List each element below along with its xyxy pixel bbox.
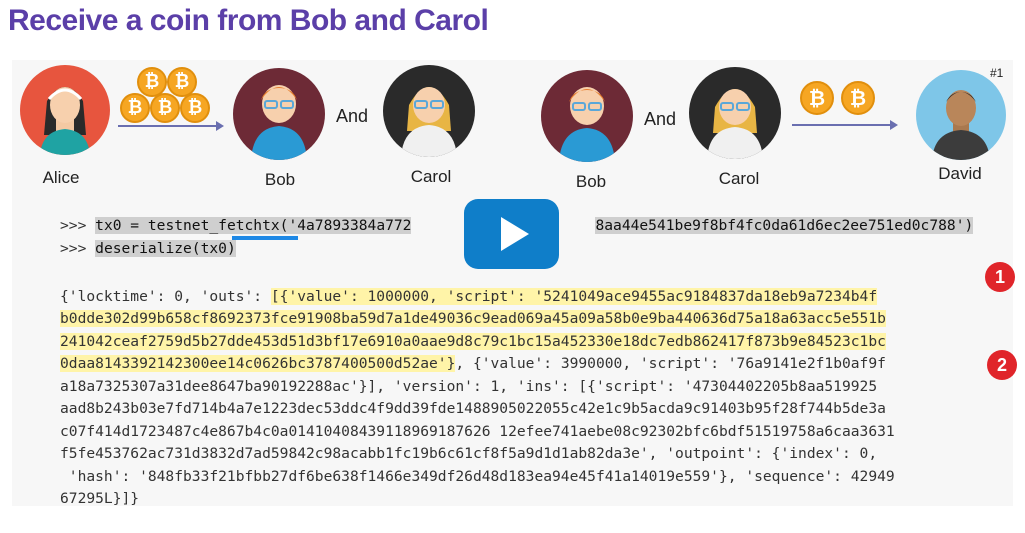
console-command-tail: 8aa44e541be9f8bf4fc0da61d6ec2ee751ed0c78… [595, 217, 974, 234]
tag-label: #1 [990, 66, 1004, 80]
output-line: f5fe453762ac731d3832d7ad59842c98acabb1fc… [60, 445, 878, 462]
avatar-alice [20, 65, 110, 155]
output-line: 241042ceaf2759d5b27dde453d51d3bf17e6910a… [60, 332, 886, 350]
output-line: 67295L}]} [60, 490, 140, 507]
marker-badge-1: 1 [985, 262, 1015, 292]
avatar-carol [383, 65, 475, 157]
console-output: {'locktime': 0, 'outs': [{'value': 10000… [60, 263, 895, 533]
name-carol-2: Carol [718, 169, 760, 188]
output-line: a18a7325307a31dee8647ba90192288ac'}], 'v… [60, 377, 878, 395]
console-prompt: >>> [60, 240, 87, 257]
output-line: 0daa8143392142300ee14c0626bc3787400500d5… [60, 355, 886, 372]
avatar-bob-2 [541, 70, 633, 162]
name-bob-2: Bob [575, 172, 607, 191]
name-alice: Alice [42, 168, 80, 187]
coin-icon: ₿ [120, 93, 150, 123]
output-line: c07f414d1723487c4e867b4c0a01410408439118… [60, 422, 895, 440]
output-line: {'locktime': 0, 'outs': [{'value': 10000… [60, 287, 878, 305]
slide-title: Receive a coin from Bob and Carol [8, 4, 489, 37]
output-line: aad8b243b03e7fd714b4a7e1223dec53ddc4f9dd… [60, 400, 886, 417]
console-command: deserialize(tx0) [95, 240, 236, 257]
name-david: David [938, 164, 982, 183]
and-label: And [336, 106, 369, 126]
console-command: tx0 = testnet_fetchtx('4a7893384a772 [95, 217, 412, 234]
name-carol: Carol [410, 167, 452, 186]
avatar-bob [233, 68, 325, 160]
arrow-right-icon [792, 120, 898, 130]
output-line: b0dde302d99b658cf8692373fce91908ba59d7a1… [60, 310, 886, 327]
coin-icon: ₿ [180, 93, 210, 123]
coin-icon: ₿ [150, 93, 180, 123]
play-button[interactable] [464, 199, 559, 269]
coin-icon: ₿ [841, 81, 875, 115]
coin-icon: ₿ [800, 81, 834, 115]
output-line: 'hash': '848fb33f21bfbb27df6be638f1466e3… [60, 467, 895, 485]
and-label-2: And [644, 109, 677, 129]
avatar-david [916, 70, 1006, 160]
console-prompt: >>> [60, 217, 87, 234]
arrow-right-icon [118, 121, 224, 131]
marker-badge-2: 2 [987, 350, 1017, 380]
avatar-carol-2 [689, 67, 781, 159]
name-bob: Bob [264, 170, 296, 189]
console-line-2: >>> deserialize(tx0) [60, 238, 236, 261]
cursor-underline [232, 236, 298, 240]
